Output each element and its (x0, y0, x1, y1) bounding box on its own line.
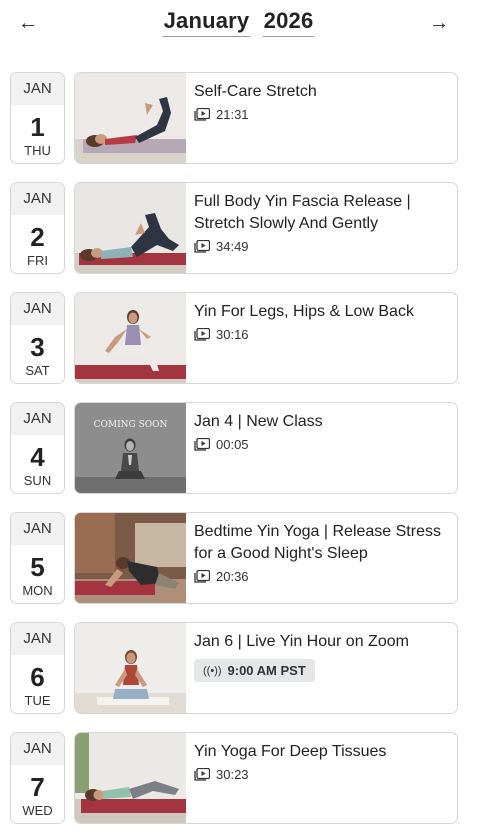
date-weekday: MON (22, 583, 53, 598)
date-weekday: TUE (24, 693, 51, 708)
class-title: Full Body Yin Fascia Release | Stretch S… (194, 193, 411, 232)
next-month-button[interactable]: → (427, 9, 451, 37)
date-badge: JAN 1 THU (10, 72, 65, 164)
date-badge: JAN 6 TUE (10, 622, 65, 714)
class-duration: 30:23 (216, 767, 249, 782)
class-duration: 30:16 (216, 327, 249, 342)
live-time: 9:00 AM PST (227, 663, 306, 678)
class-card[interactable]: Bedtime Yin Yoga | Release Stress for a … (74, 512, 458, 604)
video-library-icon (194, 768, 210, 781)
date-weekday: WED (22, 803, 53, 818)
date-weekday: SUN (23, 473, 52, 488)
date-weekday: THU (24, 143, 51, 158)
date-month: JAN (11, 733, 64, 765)
coming-soon-text: COMING SOON (94, 420, 168, 430)
class-thumbnail[interactable] (75, 513, 186, 603)
schedule-row: JAN 6 TUE Jan 6 | Live Yin Hour on Zoom … (10, 622, 458, 714)
date-badge: JAN 3 SAT (10, 292, 65, 384)
class-duration: 34:49 (216, 239, 249, 254)
class-thumbnail[interactable] (75, 183, 186, 273)
date-month: JAN (11, 183, 64, 215)
class-thumbnail[interactable] (75, 73, 186, 163)
class-thumbnail[interactable] (75, 623, 186, 713)
video-library-icon (194, 108, 210, 121)
date-badge: JAN 4 SUN (10, 402, 65, 494)
class-card[interactable]: Yin For Legs, Hips & Low Back 30:16 (74, 292, 458, 384)
date-badge: JAN 2 FRI (10, 182, 65, 274)
class-thumbnail[interactable] (75, 733, 186, 823)
date-weekday: SAT (25, 363, 50, 378)
month-year-selector: January 2026 (0, 8, 477, 37)
class-card[interactable]: COMING SOON Jan 4 | New Class 00:05 (74, 402, 458, 494)
class-thumbnail[interactable]: COMING SOON (75, 403, 186, 493)
class-card[interactable]: Yin Yoga For Deep Tissues 30:23 (74, 732, 458, 824)
schedule-row: JAN 5 MON Bedtime Yin Yoga | Release Str… (10, 512, 458, 604)
year-selector[interactable]: 2026 (262, 8, 315, 37)
class-title: Self-Care Stretch (194, 83, 317, 100)
schedule-row: JAN 1 THU Self-Care Stretch 21:31 (10, 72, 458, 164)
video-library-icon (194, 570, 210, 583)
video-library-icon (194, 240, 210, 253)
schedule-row: JAN 7 WED Yin Yoga For Deep Tissues 30:2… (10, 732, 458, 824)
date-month: JAN (11, 73, 64, 105)
video-library-icon (194, 328, 210, 341)
date-day: 3 (30, 332, 45, 362)
date-month: JAN (11, 513, 64, 545)
schedule-list: JAN 1 THU Self-Care Stretch 21:31 JAN 2 … (10, 72, 458, 833)
class-title: Jan 6 | Live Yin Hour on Zoom (194, 633, 409, 650)
class-title: Bedtime Yin Yoga | Release Stress for a … (194, 523, 441, 562)
date-day: 2 (30, 222, 45, 252)
month-selector[interactable]: January (162, 8, 251, 37)
date-month: JAN (11, 293, 64, 325)
date-month: JAN (11, 403, 64, 435)
arrow-right-icon: → (429, 12, 449, 34)
schedule-row: JAN 4 SUN COMING SOON Jan 4 | New Class (10, 402, 458, 494)
live-broadcast-icon: ((•)) (203, 664, 222, 677)
date-day: 5 (30, 552, 45, 582)
date-day: 1 (30, 112, 45, 142)
class-duration: 21:31 (216, 107, 249, 122)
class-card[interactable]: Self-Care Stretch 21:31 (74, 72, 458, 164)
date-day: 6 (30, 662, 45, 692)
class-thumbnail[interactable] (75, 293, 186, 383)
class-duration: 20:36 (216, 569, 249, 584)
class-title: Yin Yoga For Deep Tissues (194, 743, 387, 760)
class-card[interactable]: Jan 6 | Live Yin Hour on Zoom ((•)) 9:00… (74, 622, 458, 714)
month-header: ← January 2026 → (0, 0, 477, 50)
date-weekday: FRI (27, 253, 48, 268)
date-month: JAN (11, 623, 64, 655)
date-badge: JAN 7 WED (10, 732, 65, 824)
date-badge: JAN 5 MON (10, 512, 65, 604)
class-duration: 00:05 (216, 437, 249, 452)
date-day: 7 (30, 772, 45, 802)
class-card[interactable]: Full Body Yin Fascia Release | Stretch S… (74, 182, 458, 274)
class-title: Jan 4 | New Class (194, 413, 323, 430)
live-time-badge: ((•)) 9:00 AM PST (194, 659, 315, 682)
date-day: 4 (30, 442, 45, 472)
schedule-row: JAN 2 FRI Full Body Yin Fascia Release |… (10, 182, 458, 274)
class-title: Yin For Legs, Hips & Low Back (194, 303, 414, 320)
schedule-row: JAN 3 SAT Yin For Legs, Hips & Low Back … (10, 292, 458, 384)
video-library-icon (194, 438, 210, 451)
